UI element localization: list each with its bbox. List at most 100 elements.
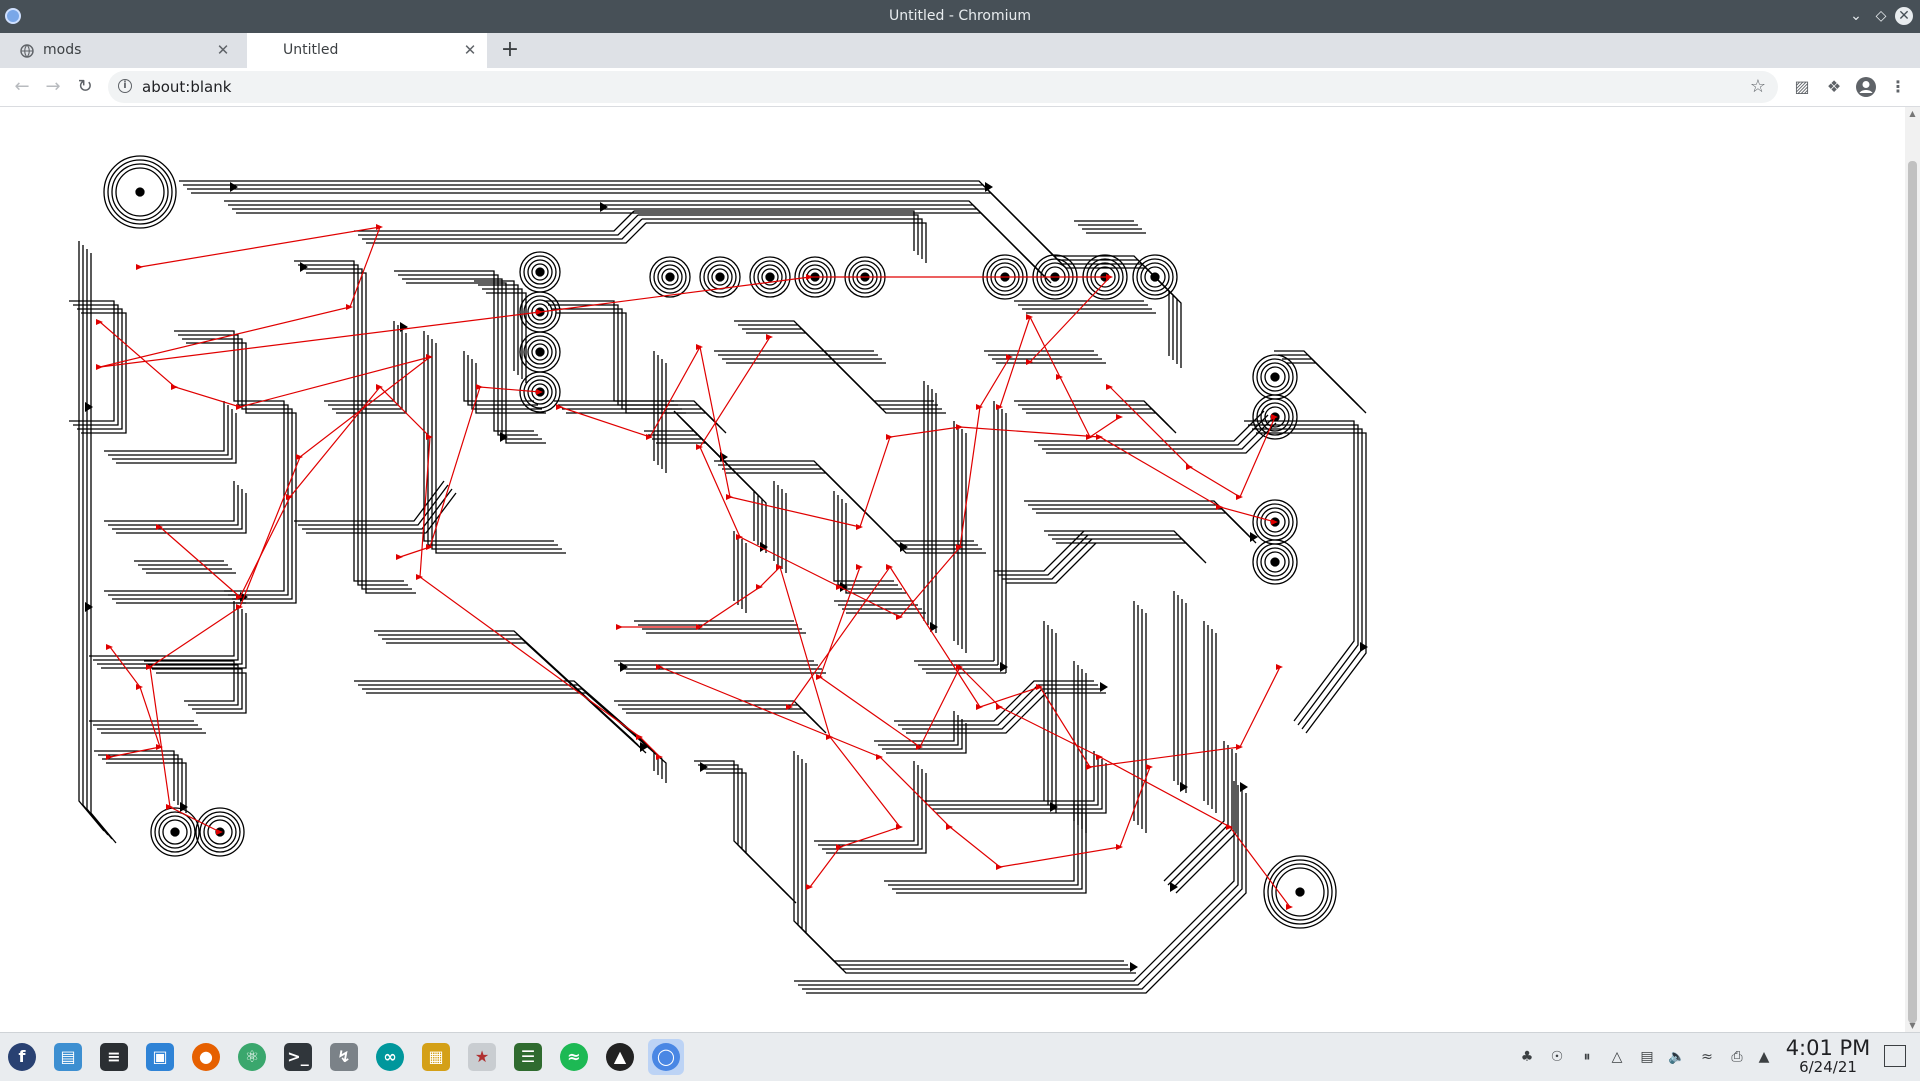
toolpath-trace	[841, 499, 902, 590]
address-bar[interactable]: i about:blank ☆	[108, 71, 1778, 103]
toolpath-trace	[81, 312, 127, 434]
pad-hole	[1270, 557, 1280, 567]
printer-icon[interactable]: ⎙	[1728, 1048, 1746, 1066]
menu-icon[interactable]: ⋮	[1887, 76, 1909, 98]
toolpath-trace	[156, 672, 247, 714]
gerber-viewer-icon[interactable]: ☰	[510, 1039, 546, 1075]
toolpath-trace	[378, 634, 639, 746]
toolpath-trace	[108, 485, 239, 526]
firefox-icon[interactable]: ●	[188, 1039, 224, 1075]
ratsnest-arrow	[996, 864, 1003, 870]
ratsnest-arrow	[1116, 414, 1123, 420]
ratsnest-arrow	[1236, 744, 1243, 750]
direction-arrow	[400, 322, 408, 332]
clock-date: 6/24/21	[1799, 1058, 1857, 1076]
show-desktop-button[interactable]	[1884, 1045, 1906, 1067]
scrollbar-thumb[interactable]	[1908, 161, 1917, 1023]
spotify-icon[interactable]: ≈	[556, 1039, 592, 1075]
toolpath-trace	[554, 400, 715, 422]
toolpath-trace	[1167, 745, 1229, 886]
toolpath-trace	[152, 668, 243, 710]
direction-arrow	[620, 662, 628, 672]
arduino-icon[interactable]: ∞	[372, 1039, 408, 1075]
pcb-editor-icon[interactable]: ★	[464, 1039, 500, 1075]
ratsnest-arrow	[171, 384, 178, 390]
terminal-dark-icon[interactable]: ≡	[96, 1039, 132, 1075]
toolpath-trace	[174, 330, 285, 491]
fedora-icon[interactable]: f	[4, 1039, 40, 1075]
chromium-taskbar-icon[interactable]: ◯	[648, 1039, 684, 1075]
tab-close-icon[interactable]: ✕	[461, 41, 479, 59]
toolpath-trace	[366, 692, 667, 783]
close-window-icon[interactable]: ✕	[1895, 7, 1913, 25]
direction-arrow	[230, 182, 238, 192]
toolpath-trace	[928, 755, 1099, 806]
kicad-icon[interactable]: ▦	[418, 1039, 454, 1075]
reload-icon[interactable]: ↻	[73, 76, 97, 98]
toolpath-trace	[431, 339, 562, 550]
scroll-up-icon[interactable]: ▲	[1907, 109, 1918, 118]
toolpath-trace	[558, 404, 719, 426]
back-icon[interactable]: ←	[10, 76, 34, 98]
url-text[interactable]: about:blank	[142, 78, 231, 96]
tab-untitled[interactable]: Untitled ✕	[247, 33, 487, 68]
ratsnest-line	[620, 565, 901, 888]
clipboard-icon[interactable]: ▤	[1638, 1048, 1656, 1066]
scroll-down-icon[interactable]: ▼	[1907, 1021, 1918, 1030]
inkscape-icon[interactable]: ▲	[602, 1039, 638, 1075]
terminal-icon[interactable]: >_	[280, 1039, 316, 1075]
toolpath-trace	[294, 480, 445, 522]
pad-hole	[715, 272, 725, 282]
update-icon[interactable]: ☉	[1548, 1048, 1566, 1066]
forward-icon[interactable]: →	[41, 76, 65, 98]
tab-label: Untitled	[283, 42, 339, 58]
atom-icon[interactable]: ⚛	[234, 1039, 270, 1075]
new-tab-button[interactable]: +	[498, 38, 522, 62]
tab-mods[interactable]: mods ✕	[0, 33, 240, 68]
toolpath-trace	[435, 343, 566, 554]
clock[interactable]: 4:01 PM 6/24/21	[1778, 1037, 1878, 1075]
toolpath-trace	[722, 468, 982, 550]
direction-arrow	[1180, 782, 1188, 792]
file-manager-icon[interactable]: ▤	[50, 1039, 86, 1075]
tab-strip: mods ✕ Untitled ✕	[0, 33, 1920, 68]
wifi-icon[interactable]: ≈	[1698, 1048, 1716, 1066]
toolpath-trace	[182, 338, 293, 499]
direction-arrow	[300, 262, 308, 272]
toolpath-trace	[694, 760, 785, 892]
ratsnest-arrow	[346, 304, 353, 310]
extensions-icon[interactable]: ❖	[1823, 76, 1845, 98]
toolpath-trace	[718, 464, 978, 546]
ratsnest-arrow	[1236, 494, 1243, 500]
tray-expand-icon[interactable]: ▲	[1755, 1048, 1773, 1066]
direction-arrow	[1100, 682, 1108, 692]
toolpath-trace	[1256, 432, 1367, 734]
toolpath-trace	[178, 334, 289, 495]
toolpath-trace	[144, 660, 235, 702]
bookmark-star-icon[interactable]: ☆	[1750, 76, 1766, 97]
notifications-icon[interactable]: ♣	[1518, 1048, 1536, 1066]
media-icon[interactable]: ▨	[1791, 76, 1813, 98]
toolpath-trace	[93, 605, 239, 661]
minimize-icon[interactable]: ⌄	[1846, 6, 1866, 26]
profile-icon[interactable]	[1855, 76, 1877, 98]
toolpath-trace	[358, 214, 639, 236]
maximize-icon[interactable]: ◇	[1871, 6, 1891, 26]
software-center-icon[interactable]: ▣	[142, 1039, 178, 1075]
title-bar: Untitled - Chromium ⌄ ◇ ✕	[0, 0, 1920, 33]
vlc-icon[interactable]: △	[1608, 1048, 1626, 1066]
tab-close-icon[interactable]: ✕	[214, 41, 232, 59]
toolpath-trace	[1286, 362, 1367, 414]
ratsnest-arrow	[136, 684, 143, 690]
ratsnest-line	[789, 565, 1281, 768]
pause-icon[interactable]: ⏸	[1578, 1048, 1596, 1066]
page-scrollbar[interactable]: ▲ ▼	[1905, 107, 1920, 1032]
toolpath-trace	[366, 222, 647, 244]
toolpath-trace	[833, 491, 894, 582]
ratsnest-arrow	[996, 704, 1003, 710]
volume-icon[interactable]: 🔈	[1668, 1048, 1686, 1066]
toolpath-trace	[562, 408, 723, 430]
thermometer-icon[interactable]: ↯	[326, 1039, 362, 1075]
info-icon[interactable]: i	[118, 79, 132, 93]
toolpath-trace	[698, 764, 789, 896]
